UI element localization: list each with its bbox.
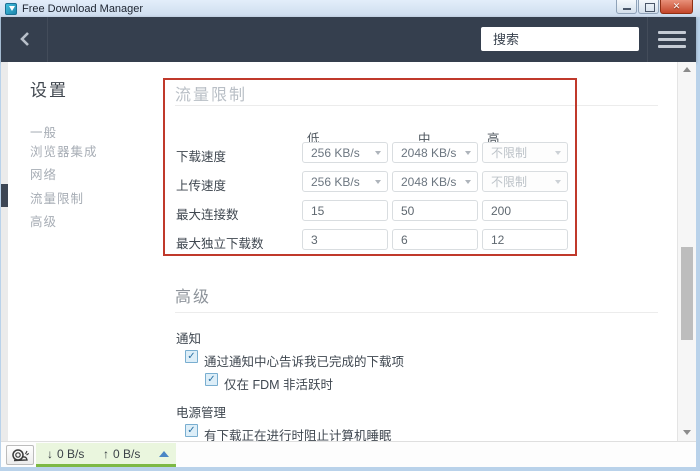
window-controls <box>615 0 693 14</box>
search-box[interactable] <box>481 27 639 51</box>
download-speed-high-select[interactable]: 不限制 <box>482 142 568 163</box>
page-title: 设置 <box>30 76 68 101</box>
check-icon: ✓ <box>207 374 215 385</box>
speed-panel: ↓ 0 B/s ↑ 0 B/s <box>36 443 176 467</box>
notify-completed-checkbox[interactable]: ✓ <box>185 350 198 363</box>
navbar-divider <box>47 17 48 62</box>
settings-page: 设置 一般 浏览器集成 网络 流量限制 高级 流量限制 低 中 高 下载速度 2… <box>1 62 696 441</box>
download-speed-low-select[interactable]: 256 KB/s <box>302 142 388 163</box>
back-chevron-icon <box>19 31 30 47</box>
section-divider <box>175 105 658 106</box>
fdm-logo-icon <box>5 3 17 15</box>
download-speed-value: 0 B/s <box>57 447 84 461</box>
row-label-max-downloads: 最大独立下载数 <box>176 233 264 252</box>
scroll-up-icon[interactable] <box>683 67 691 72</box>
max-downloads-low-input[interactable] <box>302 229 388 250</box>
close-button[interactable] <box>660 0 693 14</box>
only-when-inactive-checkbox[interactable]: ✓ <box>205 373 218 386</box>
max-connections-medium-input[interactable] <box>392 200 478 221</box>
row-label-upload-speed: 上传速度 <box>176 175 226 194</box>
row-label-download-speed: 下载速度 <box>176 146 226 165</box>
vertical-scrollbar[interactable] <box>677 62 696 441</box>
max-connections-low-input[interactable] <box>302 200 388 221</box>
scroll-down-icon[interactable] <box>683 430 691 435</box>
dropdown-caret-icon <box>555 151 561 155</box>
sidebar-item-general[interactable]: 一般 <box>30 122 57 141</box>
speed-limit-snail-button[interactable] <box>6 445 34 465</box>
fdm-window: Free Download Manager <box>0 0 700 471</box>
row-label-max-connections: 最大连接数 <box>176 204 239 223</box>
only-when-inactive-label: 仅在 FDM 非活跃时 <box>224 374 333 393</box>
dropdown-caret-icon <box>555 180 561 184</box>
sidebar-item-browser[interactable]: 浏览器集成 <box>30 141 98 160</box>
window-title: Free Download Manager <box>22 3 143 15</box>
max-downloads-medium-input[interactable] <box>392 229 478 250</box>
maximize-button[interactable] <box>638 0 659 14</box>
upload-speed-high-select[interactable]: 不限制 <box>482 171 568 192</box>
back-button[interactable] <box>8 25 40 53</box>
download-arrow-icon: ↓ <box>47 447 53 461</box>
search-input[interactable] <box>493 32 669 47</box>
advanced-section-title: 高级 <box>175 283 211 307</box>
upload-speed-low-select[interactable]: 256 KB/s <box>302 171 388 192</box>
snail-icon <box>10 448 30 462</box>
download-speed-indicator: ↓ 0 B/s <box>47 447 103 461</box>
dropdown-caret-icon <box>465 180 471 184</box>
max-connections-high-input[interactable] <box>482 200 568 221</box>
window-titlebar: Free Download Manager <box>0 0 700 17</box>
upload-speed-indicator: ↑ 0 B/s <box>103 447 153 461</box>
dropdown-caret-icon <box>375 180 381 184</box>
dropdown-caret-icon <box>465 151 471 155</box>
statusbar: ↓ 0 B/s ↑ 0 B/s <box>1 441 696 467</box>
upload-speed-medium-select[interactable]: 2048 KB/s <box>392 171 478 192</box>
upload-arrow-icon: ↑ <box>103 447 109 461</box>
active-item-indicator <box>1 184 8 207</box>
expand-chevron-icon[interactable] <box>159 451 169 457</box>
check-icon: ✓ <box>187 425 195 436</box>
sidebar-item-advanced[interactable]: 高级 <box>30 211 57 230</box>
navbar-divider <box>647 17 648 62</box>
left-gutter <box>1 62 8 441</box>
notify-completed-label: 通过通知中心告诉我已完成的下载项 <box>204 351 404 370</box>
traffic-section-title: 流量限制 <box>175 81 247 105</box>
max-downloads-high-input[interactable] <box>482 229 568 250</box>
section-divider <box>175 312 658 313</box>
scrollbar-thumb[interactable] <box>681 247 693 340</box>
power-group-label: 电源管理 <box>176 402 226 421</box>
sidebar-item-traffic[interactable]: 流量限制 <box>30 188 84 207</box>
dropdown-caret-icon <box>375 151 381 155</box>
prevent-sleep-checkbox[interactable]: ✓ <box>185 424 198 437</box>
upload-speed-value: 0 B/s <box>113 447 140 461</box>
check-icon: ✓ <box>187 351 195 362</box>
menu-icon[interactable] <box>658 31 686 48</box>
minimize-button[interactable] <box>616 0 637 14</box>
download-speed-medium-select[interactable]: 2048 KB/s <box>392 142 478 163</box>
navbar <box>1 17 696 62</box>
sidebar-item-network[interactable]: 网络 <box>30 164 57 183</box>
notifications-group-label: 通知 <box>176 328 201 347</box>
